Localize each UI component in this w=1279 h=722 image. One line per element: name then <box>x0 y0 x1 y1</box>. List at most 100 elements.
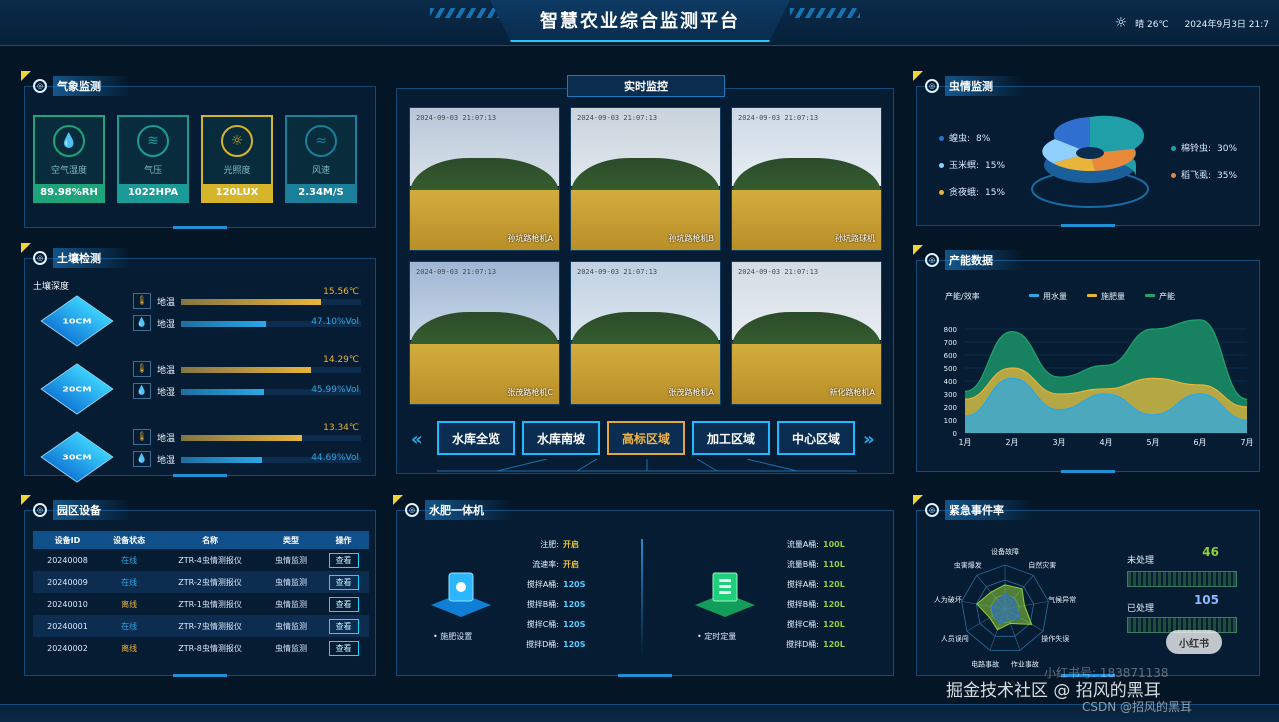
radar-axis-label: 气候异常 <box>1048 595 1076 604</box>
pest-legend-item: 蝗虫: 8% <box>939 131 1005 158</box>
chart-ylabel: 产能/效率 <box>945 291 980 301</box>
pest-value: 35% <box>1217 171 1238 181</box>
fert-right-device: • 定时定量 <box>697 632 737 641</box>
camera-feed[interactable]: 2024-09-03 21:07:13 新化路枪机A <box>731 261 882 405</box>
device-table-body: 20240008 在线 ZTR-4虫情测报仪 虫情监测 查看 20240009 在线 ZTR-… <box>33 549 369 659</box>
fert-item-label: 搅拌B桶: <box>786 600 819 609</box>
view-button[interactable]: 查看 <box>328 552 359 568</box>
watermark-badge: 小红书 <box>1166 630 1222 654</box>
fert-item: 搅拌D桶: 120S <box>517 639 585 659</box>
soil-metric-value: 44.69%Vol <box>311 453 359 463</box>
emergency-counter: 未处理 46 <box>1123 543 1249 601</box>
soil-depth-value: 10CM <box>62 317 92 325</box>
camera-feed[interactable]: 2024-09-03 21:07:13 张茂路枪机A <box>570 261 721 405</box>
weather-card: ☼ 光照度 120LUX <box>201 115 273 203</box>
view-button[interactable]: 查看 <box>328 574 359 590</box>
x-tick-label: 5月 <box>1146 438 1159 447</box>
pest-legend-item: 棉铃虫: 30% <box>1171 141 1237 168</box>
device-type: 虫情监测 <box>275 599 308 609</box>
weather-card-name: 气压 <box>143 166 162 176</box>
camera-caption: 张茂路枪机A <box>668 388 714 397</box>
fert-left-list: 注肥: 开启 流速率: 开启 搅拌A桶: 120S 搅拌B桶: 120S 搅拌C桶: 120S 搅拌… <box>517 539 585 659</box>
view-button[interactable]: 查看 <box>328 640 359 656</box>
soil-metric-label: 地温 <box>157 298 176 308</box>
soil-bar-fill <box>181 389 264 395</box>
camera-caption: 孙坑路枪机A <box>507 234 553 243</box>
device-table: 设备ID 设备状态 名称 类型 操作 20240008 在线 ZTR-4虫情测报仪 虫情监测查… <box>33 531 369 659</box>
legend-label: 产能 <box>1159 291 1175 301</box>
weather-text: 晴 26℃ <box>1135 19 1169 30</box>
fert-item-label: 搅拌C桶: <box>526 620 559 629</box>
x-tick-label: 7月 <box>1240 438 1253 447</box>
legend-dot <box>939 190 944 195</box>
fert-panel-header: ◎ 水肥一体机 <box>397 499 514 521</box>
pest-name: 玉米螟: <box>949 161 980 171</box>
zone-button[interactable]: 中心区域 <box>777 421 855 455</box>
view-button[interactable]: 查看 <box>328 618 359 634</box>
table-row: 20240002 离线 ZTR-8虫情测报仪 虫情监测 查看 <box>33 637 369 659</box>
fert-item: 流速率: 开启 <box>517 559 585 579</box>
legend-dot <box>1171 146 1176 151</box>
weather-cards: 💧 空气湿度 89.98%RH ≋ 气压 1022HPA ☼ 光照度 120LUX ≈ 风速 2.34… <box>33 115 357 203</box>
fertilizer-device-icon <box>431 572 491 617</box>
chevron-right-icon[interactable]: » <box>863 429 875 450</box>
legend-label: 用水量 <box>1043 291 1067 301</box>
table-header-cell: 操作 <box>318 531 369 549</box>
device-type: 虫情监测 <box>275 555 308 565</box>
counter-track <box>1127 571 1237 587</box>
fert-item-value: 开启 <box>563 540 579 549</box>
weather-card-value: 89.98%RH <box>35 184 103 201</box>
camera-feed[interactable]: 2024-09-03 21:07:13 孙坑路球机 <box>731 107 882 251</box>
device-table-wrap: 设备ID 设备状态 名称 类型 操作 20240008 在线 ZTR-4虫情测报仪 虫情监测查… <box>33 531 369 659</box>
wind-icon: ≈ <box>305 125 337 157</box>
soil-metric-label: 地湿 <box>157 320 176 330</box>
zone-button[interactable]: 高标区域 <box>607 421 685 455</box>
zone-button[interactable]: 水库南坡 <box>522 421 600 455</box>
chevron-left-icon[interactable]: « <box>411 429 423 450</box>
camera-feed[interactable]: 2024-09-03 21:07:13 孙坑路枪机B <box>570 107 721 251</box>
camera-feed[interactable]: 2024-09-03 21:07:13 张茂路枪机C <box>409 261 560 405</box>
weather-card-value: 1022HPA <box>119 184 187 201</box>
y-tick-label: 100 <box>944 417 957 425</box>
table-header-cell: 设备ID <box>33 531 102 549</box>
table-row: 20240008 在线 ZTR-4虫情测报仪 虫情监测 查看 <box>33 549 369 571</box>
x-tick-label: 2月 <box>1005 438 1018 447</box>
panel-foot <box>1061 470 1115 473</box>
x-tick-label: 3月 <box>1052 438 1065 447</box>
header-stripe-left <box>430 8 500 18</box>
pest-value: 15% <box>985 188 1006 198</box>
sun-icon: ☼ <box>221 125 253 157</box>
panel-foot <box>1061 224 1115 227</box>
fert-item-value: 120S <box>563 620 586 629</box>
fert-left-device: • 施肥设置 <box>433 632 473 641</box>
soil-panel: ◎ 土壤检测 土壤深度 10CM 🌡 地温 15.56℃ 💧 地湿 47.10%Vol 20C… <box>21 243 376 483</box>
radar-axis-label: 电路事故 <box>971 660 999 669</box>
zone-button[interactable]: 加工区域 <box>692 421 770 455</box>
capacity-panel: ◎ 产能数据 产能/效率 用水量 施肥量 产能 0 100 200 300 400 500 600 7… <box>913 245 1260 473</box>
droplet-icon: 💧 <box>53 125 85 157</box>
fert-item: 搅拌A桶: 120L <box>777 579 845 599</box>
fert-item: 搅拌B桶: 120S <box>517 599 586 619</box>
device-action-cell: 查看 <box>318 637 369 659</box>
device-panel: ◎ 园区设备 设备ID 设备状态 名称 类型 操作 20240008 在线 ZTR-4虫情测… <box>21 495 376 677</box>
soil-metric-label: 地湿 <box>157 456 176 466</box>
capacity-panel-title: 产能数据 <box>945 250 1023 270</box>
datetime-text: 2024年9月3日 21:7 <box>1184 19 1269 30</box>
fert-item-label: 搅拌D桶: <box>786 640 819 649</box>
weather-card: 💧 空气湿度 89.98%RH <box>33 115 105 203</box>
device-name: ZTR-1虫情测报仪 <box>178 599 242 609</box>
camera-feed[interactable]: 2024-09-03 21:07:13 孙坑路枪机A <box>409 107 560 251</box>
soil-metric-value: 45.99%Vol <box>311 385 359 395</box>
soil-bar-track <box>181 367 361 373</box>
fert-right-device-label: 定时定量 <box>704 632 737 641</box>
zone-button[interactable]: 水库全览 <box>437 421 515 455</box>
y-tick-label: 300 <box>944 391 957 399</box>
monitor-title-plate: 实时监控 <box>567 75 725 97</box>
fert-item-label: 注肥: <box>540 540 559 549</box>
fert-left-device-label: 施肥设置 <box>440 632 473 641</box>
camera-timestamp: 2024-09-03 21:07:13 <box>416 114 497 122</box>
view-button[interactable]: 查看 <box>328 596 359 612</box>
device-status: 在线 <box>101 571 157 593</box>
camera-timestamp: 2024-09-03 21:07:13 <box>416 268 497 276</box>
table-row: 20240009 在线 ZTR-2虫情测报仪 虫情监测 查看 <box>33 571 369 593</box>
